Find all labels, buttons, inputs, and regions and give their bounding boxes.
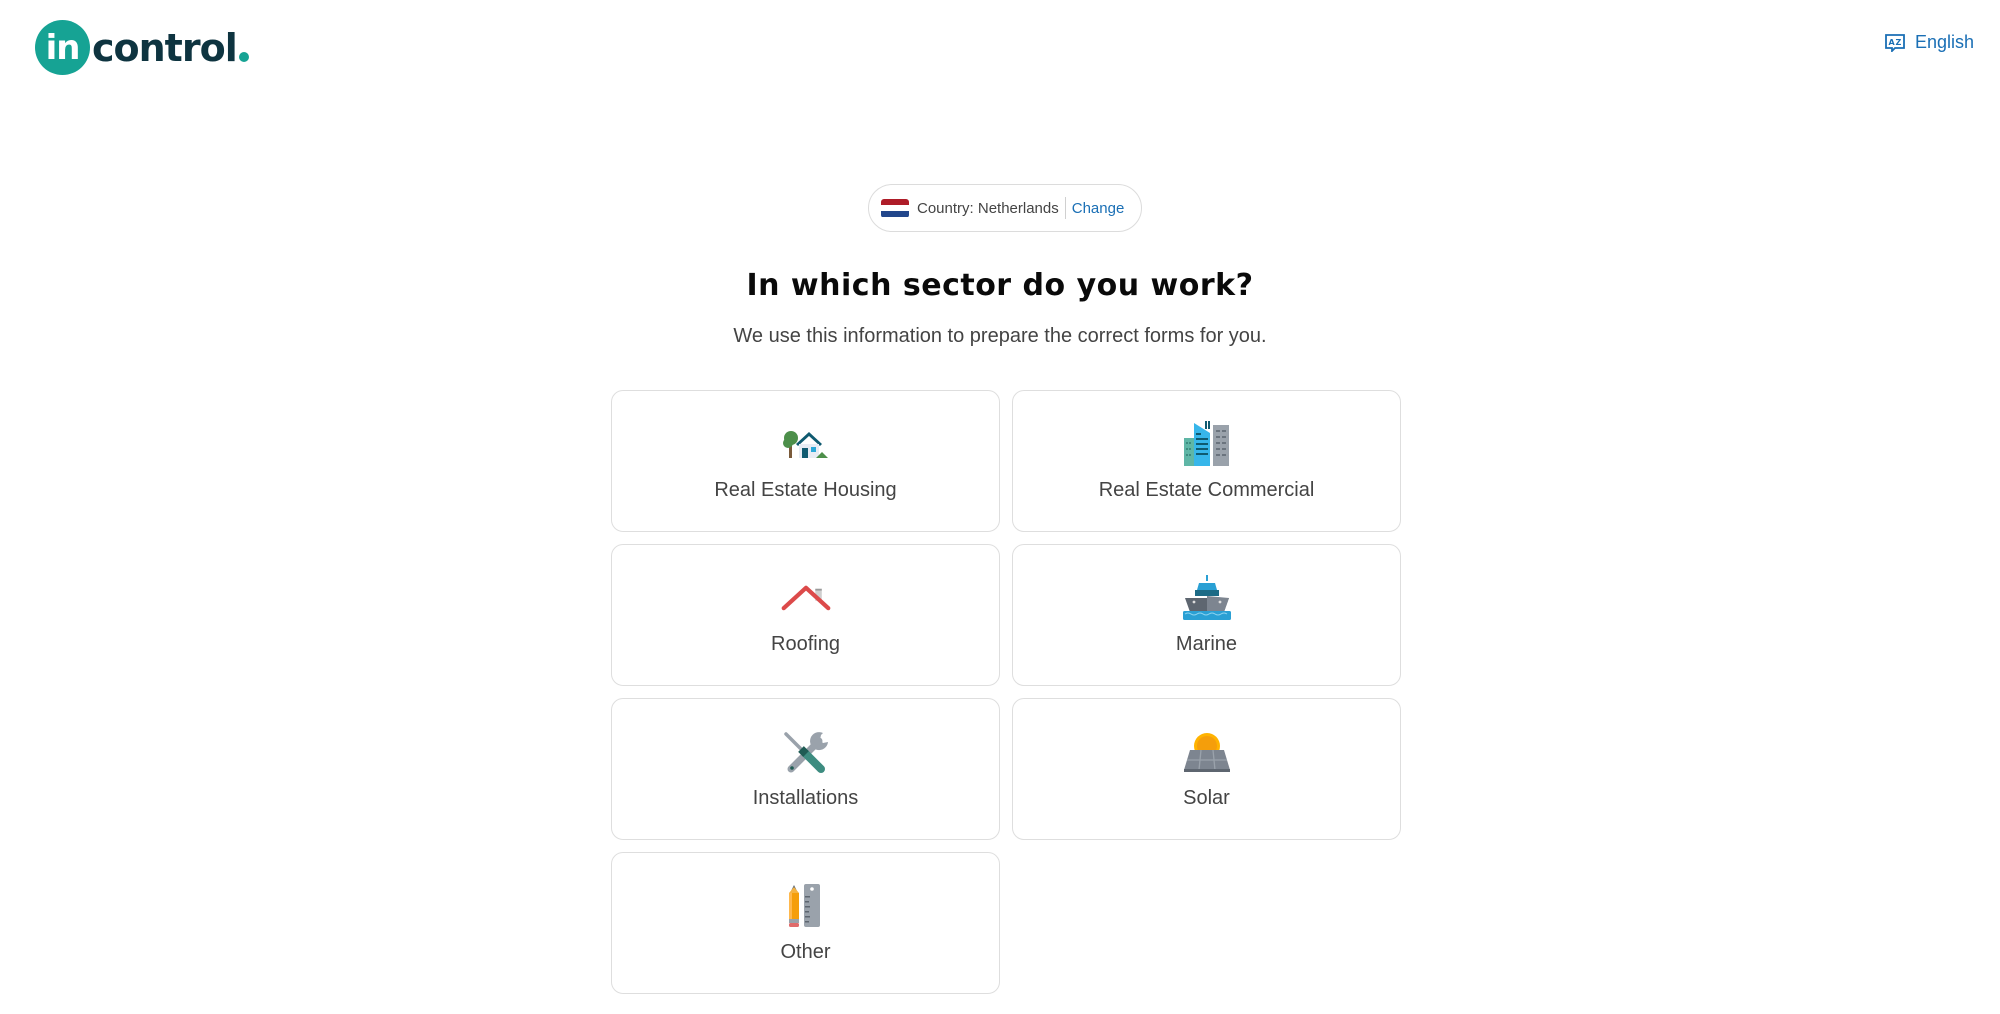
- netherlands-flag-icon: [881, 198, 909, 218]
- logo-badge: in: [35, 20, 90, 75]
- sector-card-roofing[interactable]: Roofing: [611, 544, 1000, 686]
- sector-label: Roofing: [771, 632, 840, 655]
- sector-grid: Real Estate Housing Real Estate Commerci…: [611, 390, 1401, 994]
- sector-card-other[interactable]: Other: [611, 852, 1000, 994]
- page-subtitle: We use this information to prepare the c…: [733, 325, 1267, 347]
- svg-text:A: A: [1888, 38, 1895, 47]
- solar-panel-icon: [1181, 729, 1233, 775]
- house-icon: [780, 421, 832, 467]
- roof-icon: [780, 575, 832, 621]
- sector-card-real-estate-commercial[interactable]: Real Estate Commercial: [1012, 390, 1401, 532]
- svg-text:Z: Z: [1895, 38, 1901, 47]
- change-country-link[interactable]: Change: [1072, 200, 1125, 217]
- logo[interactable]: in control: [35, 20, 249, 75]
- sector-label: Other: [780, 940, 831, 963]
- logo-wordmark: control: [92, 25, 238, 70]
- country-label: Country: Netherlands: [917, 199, 1059, 217]
- translate-icon: A Z: [1885, 33, 1905, 52]
- divider: [1064, 197, 1066, 219]
- sector-card-real-estate-housing[interactable]: Real Estate Housing: [611, 390, 1000, 532]
- language-label: English: [1914, 32, 1974, 52]
- ship-icon: [1181, 574, 1233, 621]
- sector-card-installations[interactable]: Installations: [611, 698, 1000, 840]
- sector-label: Real Estate Housing: [714, 478, 897, 501]
- logo-dot: [238, 51, 249, 62]
- country-indicator: Country: Netherlands Change: [868, 184, 1142, 232]
- tools-icon: [780, 729, 832, 775]
- sector-label: Marine: [1175, 632, 1238, 655]
- sector-card-marine[interactable]: Marine: [1012, 544, 1401, 686]
- office-building-icon: [1181, 420, 1233, 467]
- sector-label: Solar: [1183, 786, 1230, 809]
- sector-label: Installations: [752, 786, 859, 809]
- pencil-ruler-icon: [780, 883, 832, 929]
- page-title: In which sector do you work?: [746, 268, 1254, 303]
- sector-card-solar[interactable]: Solar: [1012, 698, 1401, 840]
- sector-label: Real Estate Commercial: [1098, 478, 1315, 501]
- language-selector[interactable]: A Z English: [1885, 32, 1974, 53]
